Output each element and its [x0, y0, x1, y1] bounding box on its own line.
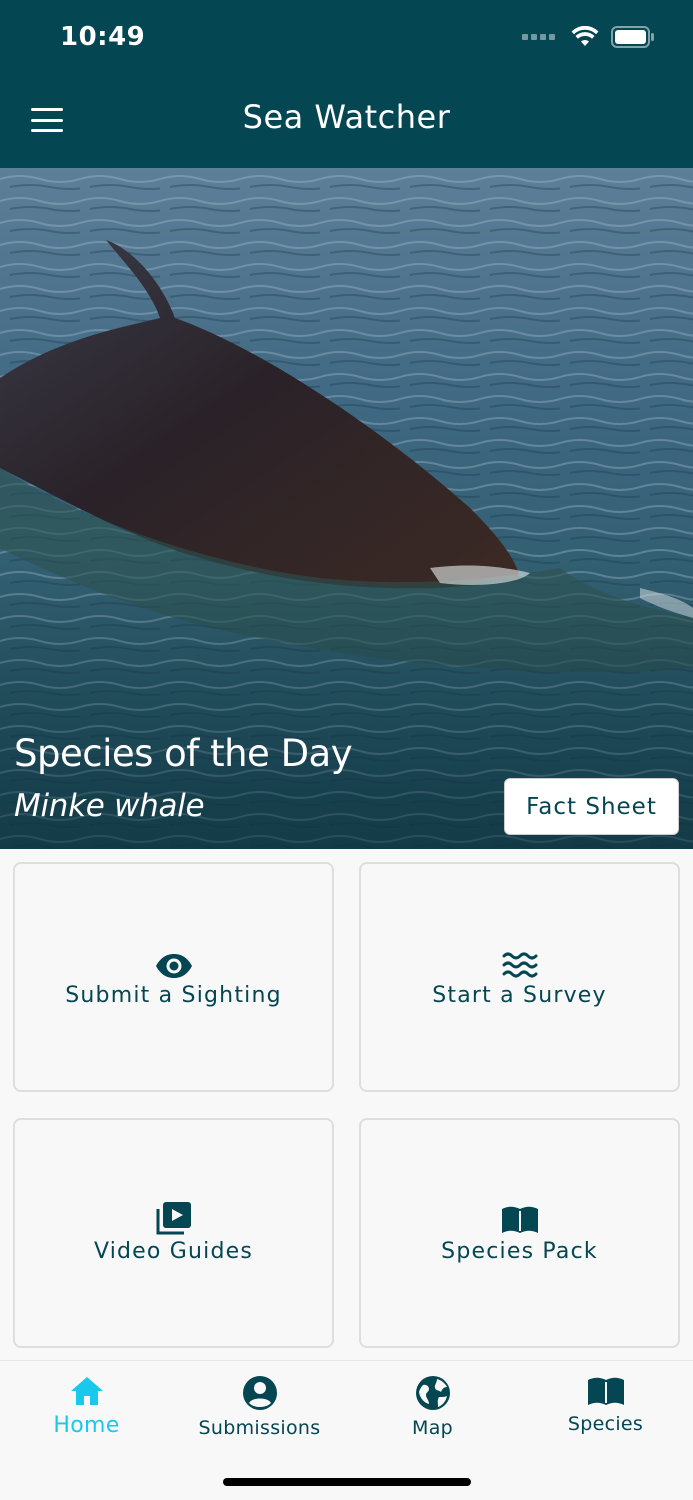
tile-label: Start a Survey [432, 982, 607, 1008]
wifi-icon [571, 26, 599, 46]
start-survey-tile[interactable]: Start a Survey [359, 862, 680, 1092]
app-title: Sea Watcher [242, 98, 451, 136]
tile-label: Submit a Sighting [65, 982, 282, 1008]
top-app-bar: 10:49 Sea Watcher [0, 0, 693, 168]
nav-label: Species [567, 1413, 644, 1435]
video-guides-tile[interactable]: Video Guides [13, 1118, 334, 1348]
nav-label: Home [53, 1413, 120, 1438]
book-icon [587, 1377, 624, 1405]
nav-label: Map [412, 1417, 453, 1439]
status-time: 10:49 [60, 22, 146, 52]
tile-label: Species Pack [441, 1238, 598, 1264]
nav-map[interactable]: Map [346, 1375, 519, 1439]
submit-sighting-tile[interactable]: Submit a Sighting [13, 862, 334, 1092]
eye-icon [155, 953, 192, 978]
home-icon [70, 1377, 103, 1405]
waves-icon [502, 952, 537, 977]
globe-icon [415, 1376, 450, 1410]
status-icons [522, 26, 655, 48]
nav-submissions[interactable]: Submissions [173, 1375, 346, 1439]
nav-species[interactable]: Species [519, 1375, 692, 1435]
battery-icon [611, 26, 654, 48]
cellular-signal-icon [522, 34, 555, 40]
tile-label: Video Guides [93, 1238, 254, 1264]
nav-home[interactable]: Home [0, 1375, 173, 1438]
species-of-the-day-heading: Species of the Day [14, 732, 353, 775]
fact-sheet-button[interactable]: Fact Sheet [504, 778, 679, 835]
species-name: Minke whale [14, 788, 205, 824]
species-pack-tile[interactable]: Species Pack [359, 1118, 680, 1348]
account-circle-icon [242, 1376, 277, 1410]
nav-label: Submissions [198, 1417, 321, 1439]
video-library-icon [156, 1201, 191, 1234]
home-indicator [223, 1478, 471, 1486]
book-icon [501, 1206, 538, 1233]
